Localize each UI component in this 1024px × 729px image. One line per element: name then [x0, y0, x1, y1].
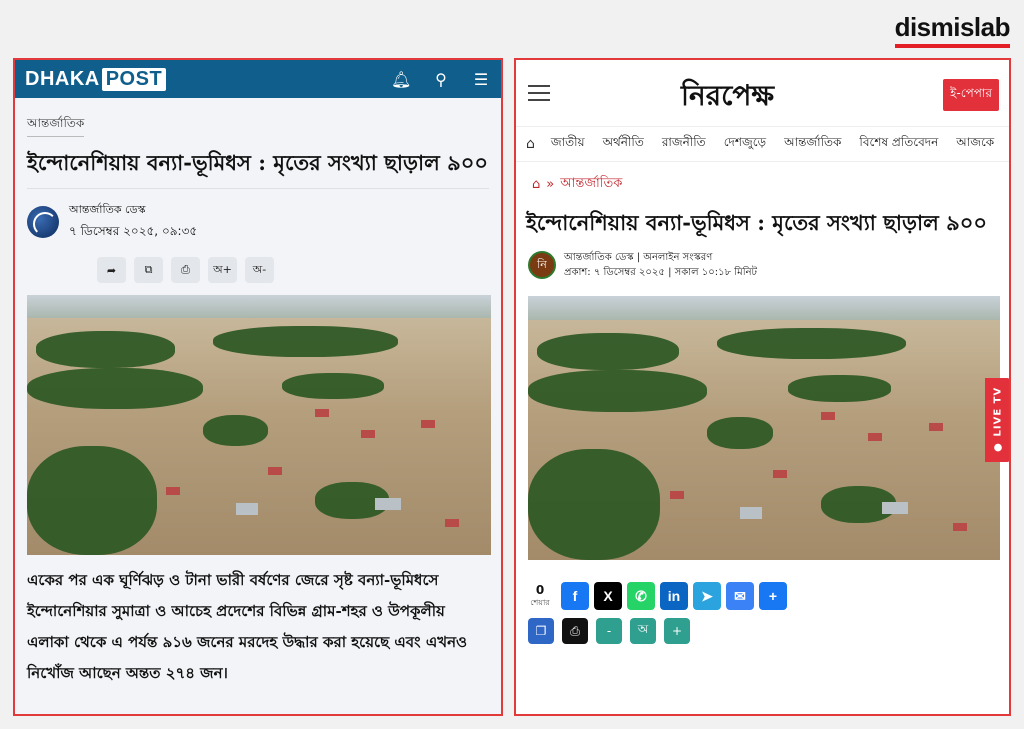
author-avatar — [27, 206, 59, 238]
share-button[interactable]: ➦ — [97, 257, 126, 283]
nav-item-international[interactable]: আন্তর্জাতিক — [784, 134, 841, 154]
chevron-right-icon: » — [546, 177, 555, 192]
article-toolbar: ➦ ⧉ ⎙ অ+ অ- — [97, 257, 489, 283]
x-share-button[interactable]: X — [594, 582, 622, 610]
breadcrumb-category[interactable]: আন্তর্জাতিক — [560, 174, 622, 195]
search-icon[interactable]: ⚲ — [431, 70, 451, 89]
share-counter: 0 শেয়ার — [528, 583, 552, 610]
dismislab-brand: dismislab — [894, 12, 1011, 48]
font-increase-button[interactable]: অ+ — [208, 257, 237, 283]
copy-button[interactable]: ❐ — [528, 618, 554, 644]
dhakapost-logo[interactable]: DHAKA POST — [25, 67, 167, 91]
print-button[interactable]: ⎙ — [171, 257, 200, 283]
epaper-button[interactable]: ই-পেপার — [943, 79, 999, 111]
article-title: ইন্দোনেশিয়ায় বন্যা-ভূমিধস : মৃতের সংখ্… — [526, 210, 988, 235]
main-nav: ⌂ জাতীয় অর্থনীতি রাজনীতি দেশজুড়ে আন্তর… — [516, 126, 1009, 162]
messenger-share-button[interactable]: ✉ — [726, 582, 754, 610]
font-reset-button[interactable]: অ — [630, 618, 656, 644]
dhakapost-header: DHAKA POST 🔔︎ ⚲ ☰ — [15, 60, 501, 98]
copy-button[interactable]: ⧉ — [134, 257, 163, 283]
publish-date: ৭ ডিসেম্বর ২০২৫, ০৯:৩৫ — [69, 224, 198, 238]
publish-line: প্রকাশ: ৭ ডিসেম্বর ২০২৫ | সকাল ১০:১৮ মিন… — [564, 267, 757, 278]
nav-item-special-report[interactable]: বিশেষ প্রতিবেদন — [859, 134, 938, 154]
hamburger-menu-icon[interactable] — [528, 80, 550, 106]
author-line: আন্তর্জাতিক ডেস্ক | অনলাইন সংস্করণ — [564, 252, 713, 263]
article-title: ইন্দোনেশিয়ায় বন্যা-ভূমিধস : মৃতের সংখ্… — [27, 150, 489, 175]
author-block: নি আন্তর্জাতিক ডেস্ক | অনলাইন সংস্করণ প্… — [528, 250, 1009, 280]
author-name[interactable]: আন্তর্জাতিক ডেস্ক — [69, 201, 197, 220]
logo-part-dhaka: DHAKA — [25, 67, 100, 90]
bell-icon[interactable]: 🔔︎ — [391, 70, 411, 89]
divider — [27, 188, 489, 189]
telegram-share-button[interactable]: ➤ — [693, 582, 721, 610]
live-tv-button[interactable]: ● LIVE TV — [985, 378, 1009, 462]
font-decrease-button[interactable]: অ- — [245, 257, 274, 283]
nav-item-politics[interactable]: রাজনীতি — [662, 134, 706, 154]
nirapekkho-screenshot: নিরপেক্ষ ই-পেপার ⌂ জাতীয় অর্থনীতি রাজনী… — [514, 58, 1011, 716]
home-icon[interactable]: ⌂ — [532, 177, 540, 192]
facebook-share-button[interactable]: f — [561, 582, 589, 610]
dismislab-logo: dismislab — [894, 12, 1011, 42]
linkedin-share-button[interactable]: in — [660, 582, 688, 610]
nav-item-today[interactable]: আজকে — [956, 134, 994, 154]
breadcrumb: ⌂ » আন্তর্জাতিক — [516, 174, 1009, 195]
hamburger-menu-icon[interactable]: ☰ — [471, 70, 491, 89]
nav-item-country[interactable]: দেশজুড়ে — [724, 134, 766, 154]
dhakapost-screenshot: DHAKA POST 🔔︎ ⚲ ☰ আন্তর্জাতিক ইন্দোনেশিয… — [13, 58, 503, 716]
brand-underline — [894, 44, 1010, 48]
share-count: 0 — [535, 582, 545, 597]
category-link[interactable]: আন্তর্জাতিক — [27, 115, 85, 137]
home-icon[interactable]: ⌂ — [526, 136, 535, 152]
flood-aerial-photo — [27, 295, 491, 555]
flood-aerial-photo — [528, 296, 1000, 560]
whatsapp-share-button[interactable]: ✆ — [627, 582, 655, 610]
nirapekkho-logo[interactable]: নিরপেক্ষ — [681, 74, 774, 121]
share-row: 0 শেয়ার f X ✆ in ➤ ✉ + — [528, 582, 1009, 610]
article-toolbar: ❐ ⎙ - অ + — [528, 618, 1009, 644]
nav-item-national[interactable]: জাতীয় — [551, 134, 585, 154]
font-increase-button[interactable]: + — [664, 618, 690, 644]
author-block: আন্তর্জাতিক ডেস্ক ৭ ডিসেম্বর ২০২৫, ০৯:৩৫ — [27, 201, 489, 243]
font-decrease-button[interactable]: - — [596, 618, 622, 644]
share-label: শেয়ার — [530, 597, 550, 607]
author-avatar: নি — [528, 251, 556, 279]
nav-item-economy[interactable]: অর্থনীতি — [603, 134, 644, 154]
more-share-button[interactable]: + — [759, 582, 787, 610]
print-button[interactable]: ⎙ — [562, 618, 588, 644]
article-body: একের পর এক ঘূর্ণিঝড় ও টানা ভারী বর্ষণের… — [27, 571, 468, 682]
logo-part-post: POST — [101, 67, 167, 91]
nirapekkho-header: নিরপেক্ষ ই-পেপার — [516, 60, 1009, 126]
